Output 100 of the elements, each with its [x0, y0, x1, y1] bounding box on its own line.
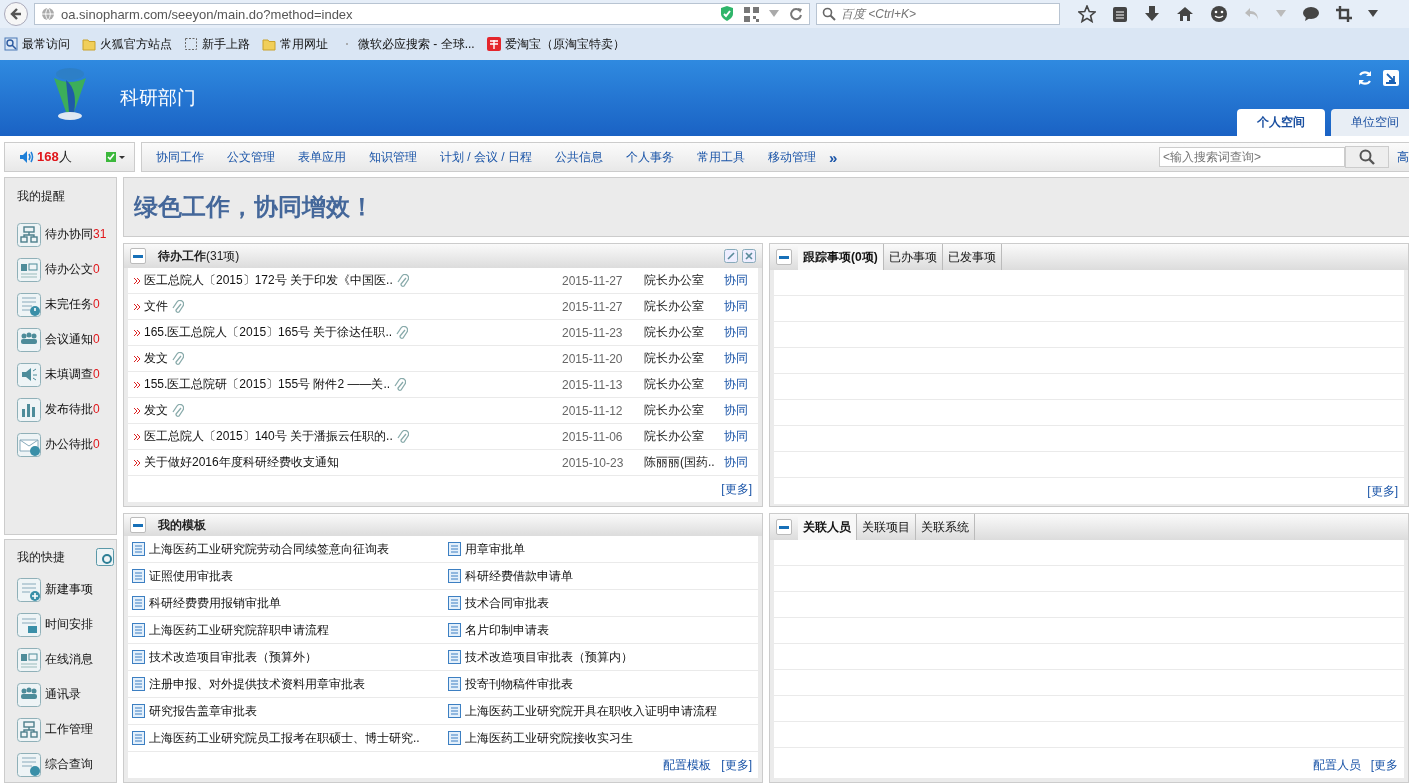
template-link[interactable]: 上海医药工业研究院员工报考在职硕士、博士研究..	[149, 729, 420, 747]
document-link[interactable]: 医工总院人〔2015〕140号 关于潘振云任职的..	[144, 428, 393, 445]
reminder-item[interactable]: 发布待批0	[17, 392, 116, 427]
reload-icon[interactable]	[789, 7, 803, 21]
template-link[interactable]: 技术合同审批表	[465, 594, 549, 612]
more-menu-link[interactable]: »	[829, 148, 838, 166]
template-link[interactable]: 用章审批单	[465, 540, 525, 558]
dropdown-icon[interactable]	[1368, 10, 1378, 18]
menu-item[interactable]: 个人事务	[626, 148, 674, 166]
configure-link[interactable]: 配置人员	[1312, 756, 1361, 774]
type-link[interactable]: 协同	[724, 298, 752, 315]
configure-link[interactable]: 配置模板	[663, 756, 712, 774]
template-link[interactable]: 科研经费借款申请单	[465, 567, 573, 585]
menu-item[interactable]: 常用工具	[697, 148, 745, 166]
home-icon[interactable]	[1176, 6, 1194, 22]
template-link[interactable]: 上海医药工业研究院接收实习生	[465, 729, 633, 747]
type-link[interactable]: 协同	[724, 454, 752, 471]
shortcut-item[interactable]: 新建事项	[17, 572, 116, 607]
address-bar[interactable]: oa.sinopharm.com/seeyon/main.do?method=index	[34, 3, 810, 25]
document-link[interactable]: 发文	[144, 350, 168, 367]
settings-icon[interactable]	[96, 548, 114, 566]
bookmark-link[interactable]: 火狐官方站点	[82, 35, 172, 53]
document-link[interactable]: 医工总院人〔2015〕172号 关于印发《中国医..	[144, 272, 393, 289]
menu-item[interactable]: 计划 / 会议 / 日程	[440, 148, 532, 166]
search-field[interactable]: 百度 <Ctrl+K>	[816, 3, 1060, 25]
date-cell-text: 2015-11-12	[562, 403, 624, 418]
panel-tab[interactable]: 跟踪事项(0项)	[798, 244, 884, 270]
menu-item[interactable]: 移动管理	[768, 148, 816, 166]
type-link[interactable]: 协同	[724, 428, 752, 445]
more-link[interactable]: [更多]	[721, 480, 752, 498]
template-link[interactable]: 技术改造项目审批表（预算外）	[149, 648, 317, 666]
template-link[interactable]: 名片印制申请表	[465, 621, 549, 639]
type-link[interactable]: 协同	[724, 272, 752, 289]
type-link[interactable]: 协同	[724, 376, 752, 393]
reminder-item[interactable]: 待办公文0	[17, 252, 116, 287]
collapse-button[interactable]	[776, 519, 792, 535]
bookmark-link[interactable]: 最常访问	[4, 35, 70, 53]
search-button[interactable]	[1345, 146, 1389, 168]
chat-bubble-icon[interactable]	[1302, 6, 1320, 22]
type-link[interactable]: 协同	[724, 402, 752, 419]
type-link[interactable]: 协同	[724, 350, 752, 367]
star-icon[interactable]	[1078, 5, 1096, 23]
shortcut-item[interactable]: 工作管理	[17, 712, 116, 747]
more-link[interactable]: [更多]	[721, 756, 752, 774]
template-link[interactable]: 技术改造项目审批表（预算内）	[465, 648, 633, 666]
panel-tab[interactable]: 关联人员	[798, 514, 857, 540]
more-link[interactable]: [更多	[1370, 756, 1398, 774]
reminder-item[interactable]: 会议通知0	[17, 322, 116, 357]
document-link[interactable]: 165.医工总院人〔2015〕165号 关于徐达任职..	[144, 324, 393, 341]
template-link[interactable]: 注册申报、对外提供技术资料用章审批表	[149, 675, 365, 693]
menu-item[interactable]: 公共信息	[555, 148, 603, 166]
template-link[interactable]: 科研经费费用报销审批单	[149, 594, 281, 612]
collapse-button[interactable]	[130, 248, 146, 264]
document-link[interactable]: 发文	[144, 402, 168, 419]
type-link[interactable]: 协同	[724, 324, 752, 341]
close-icon[interactable]	[742, 249, 756, 263]
bookmark-link[interactable]: 新手上路	[184, 35, 250, 53]
menu-item[interactable]: 高	[1397, 148, 1409, 166]
qr-code-icon[interactable]	[744, 6, 759, 22]
more-link[interactable]: [更多]	[1367, 482, 1398, 500]
template-link[interactable]: 上海医药工业研究院辞职申请流程	[149, 621, 329, 639]
template-link[interactable]: 研究报告盖章审批表	[149, 702, 257, 720]
space-tab[interactable]: 个人空间	[1237, 109, 1325, 136]
shortcut-item[interactable]: 在线消息	[17, 642, 116, 677]
smiley-icon[interactable]	[1210, 5, 1228, 23]
bookmark-link[interactable]: 常用网址	[262, 35, 328, 53]
reminder-item[interactable]: 未填调查0	[17, 357, 116, 392]
download-icon[interactable]	[1144, 5, 1160, 23]
shield-icon[interactable]	[720, 6, 734, 22]
shortcut-item[interactable]: 通讯录	[17, 677, 116, 712]
refresh-icon[interactable]	[1357, 70, 1373, 86]
document-link[interactable]: 155.医工总院研〔2015〕155号 附件2 ——关..	[144, 376, 391, 393]
reminder-item[interactable]: 办公待批0	[17, 427, 116, 462]
reading-list-icon[interactable]	[1112, 5, 1128, 23]
shortcut-item[interactable]: 时间安排	[17, 607, 116, 642]
template-link[interactable]: 投寄刊物稿件审批表	[465, 675, 573, 693]
reminder-item[interactable]: 未完任务0	[17, 287, 116, 322]
template-link[interactable]: 上海医药工业研究院劳动合同续签意向征询表	[149, 540, 389, 558]
document-link[interactable]: 关于做好2016年度科研经费收支通知	[144, 454, 339, 471]
form-icon	[132, 704, 145, 718]
collapse-button[interactable]	[776, 249, 792, 265]
collapse-button[interactable]	[130, 517, 146, 533]
status-dropdown-icon[interactable]	[106, 151, 126, 163]
edit-icon[interactable]	[724, 249, 738, 263]
template-link[interactable]: 上海医药工业研究院开具在职收入证明申请流程	[465, 702, 717, 720]
template-link[interactable]: 证照使用审批表	[149, 567, 233, 585]
bookmark-link[interactable]: 微软必应搜索 - 全球...	[340, 35, 475, 53]
menu-item[interactable]: 表单应用	[298, 148, 346, 166]
search-field[interactable]: <输入搜索词查询>	[1159, 147, 1345, 167]
space-tab[interactable]: 单位空间	[1331, 109, 1409, 136]
bookmark-link[interactable]: 爱淘宝（原淘宝特卖）	[486, 35, 625, 53]
document-link[interactable]: 文件	[144, 298, 168, 315]
menu-item[interactable]: 协同工作	[156, 148, 204, 166]
menu-item[interactable]: 公文管理	[227, 148, 275, 166]
menu-item[interactable]: 知识管理	[369, 148, 417, 166]
crop-icon[interactable]	[1336, 6, 1352, 22]
back-button[interactable]	[4, 2, 28, 26]
shortcut-item[interactable]: 综合查询	[17, 747, 116, 782]
download-box-icon[interactable]	[1383, 70, 1399, 86]
reminder-item[interactable]: 待办协同31	[17, 217, 116, 252]
